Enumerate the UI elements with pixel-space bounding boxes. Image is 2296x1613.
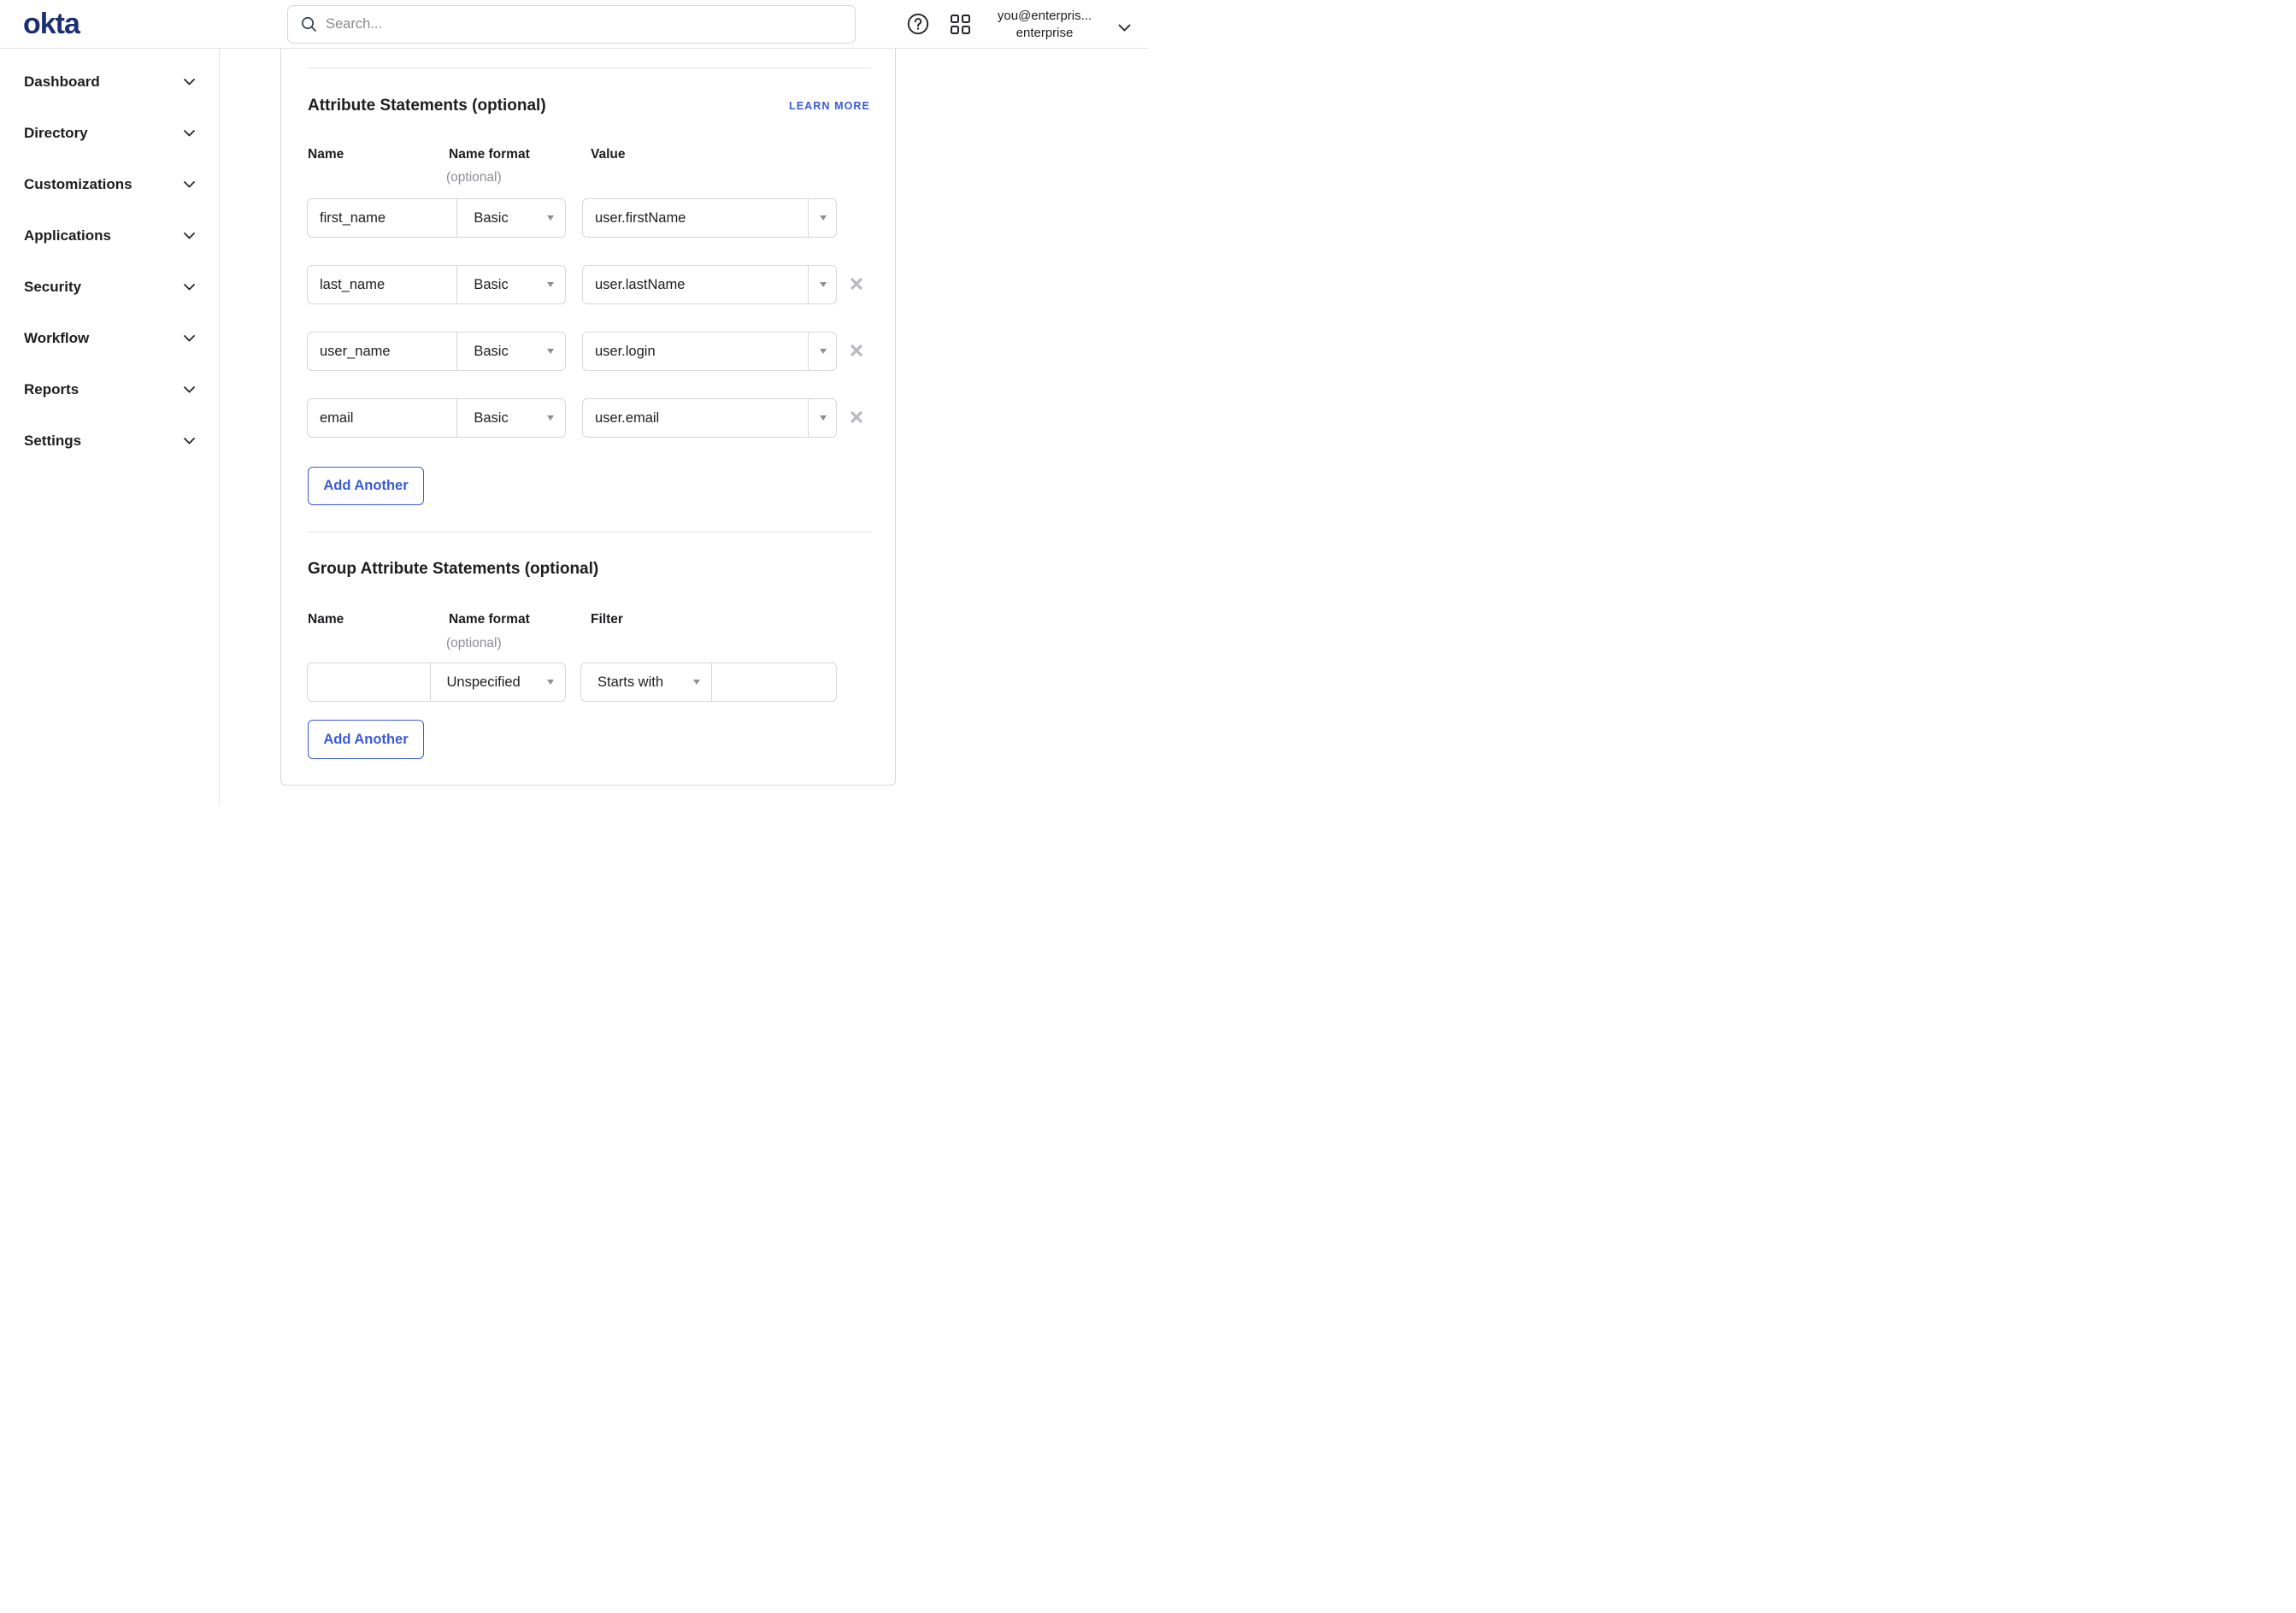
- account-email: you@enterpris...: [997, 9, 1092, 23]
- attribute-row: Basic: [281, 198, 895, 238]
- chevron-down-icon: [184, 284, 195, 291]
- sidebar-nav: Dashboard Directory Customizations Appli…: [0, 49, 220, 806]
- column-header-optional-note: (optional): [446, 170, 502, 185]
- attribute-name-input[interactable]: [308, 333, 457, 370]
- chevron-down-icon: [184, 386, 195, 393]
- learn-more-link[interactable]: LEARN MORE: [789, 100, 870, 112]
- search-icon: [301, 16, 316, 32]
- select-arrow-icon: [547, 215, 554, 221]
- section-divider: [308, 532, 871, 533]
- select-arrow-icon: [547, 349, 554, 354]
- name-format-select[interactable]: Basic: [456, 266, 565, 303]
- value-expression-dropdown[interactable]: [808, 333, 836, 370]
- column-header-filter: Filter: [591, 612, 623, 627]
- remove-row-button[interactable]: [847, 275, 866, 294]
- column-header-value: Value: [591, 147, 626, 162]
- select-arrow-icon: [547, 415, 554, 421]
- attribute-name-input[interactable]: [308, 266, 457, 303]
- attribute-row: Basic: [281, 265, 895, 304]
- chevron-down-icon: [184, 79, 195, 85]
- sidebar-item-dashboard[interactable]: Dashboard: [0, 56, 219, 108]
- value-expression-dropdown[interactable]: [808, 199, 836, 237]
- chevron-down-icon: [184, 181, 195, 188]
- value-expression-dropdown[interactable]: [808, 399, 836, 437]
- add-another-attribute-button[interactable]: Add Another: [308, 467, 424, 505]
- sidebar-item-security[interactable]: Security: [0, 262, 219, 313]
- account-menu[interactable]: you@enterpris... enterprise: [985, 8, 1104, 41]
- select-arrow-icon: [547, 680, 554, 685]
- remove-row-button[interactable]: [847, 409, 866, 427]
- column-header-name: Name: [308, 612, 344, 627]
- settings-card: Attribute Statements (optional) LEARN MO…: [280, 49, 896, 786]
- close-icon: [850, 410, 863, 424]
- column-header-name: Name: [308, 147, 344, 162]
- sidebar-item-applications[interactable]: Applications: [0, 210, 219, 262]
- remove-row-button[interactable]: [847, 342, 866, 361]
- close-icon: [850, 344, 863, 357]
- global-search[interactable]: [287, 5, 856, 44]
- attribute-name-input[interactable]: [308, 199, 457, 237]
- sidebar-item-reports[interactable]: Reports: [0, 364, 219, 415]
- apps-button[interactable]: [951, 14, 972, 35]
- select-arrow-icon: [819, 282, 827, 287]
- select-arrow-icon: [692, 680, 700, 685]
- attribute-value-input[interactable]: [583, 333, 808, 370]
- column-header-name-format: Name format: [449, 612, 530, 627]
- attribute-row: Basic: [281, 332, 895, 371]
- column-header-optional-note: (optional): [446, 636, 502, 650]
- group-attribute-statements-title: Group Attribute Statements (optional): [308, 560, 599, 578]
- select-arrow-icon: [819, 415, 827, 421]
- select-arrow-icon: [547, 282, 554, 287]
- attribute-name-input[interactable]: [308, 399, 457, 437]
- group-filter-value-input[interactable]: [711, 663, 836, 701]
- name-format-select[interactable]: Basic: [456, 333, 565, 370]
- sidebar-item-directory[interactable]: Directory: [0, 108, 219, 159]
- value-expression-dropdown[interactable]: [808, 266, 836, 303]
- select-arrow-icon: [819, 349, 827, 354]
- attribute-statements-title: Attribute Statements (optional): [308, 97, 546, 115]
- sidebar-item-customizations[interactable]: Customizations: [0, 159, 219, 210]
- search-input[interactable]: [326, 16, 855, 32]
- attribute-value-input[interactable]: [583, 399, 808, 437]
- chevron-down-icon: [184, 438, 195, 444]
- name-format-select[interactable]: Basic: [456, 199, 565, 237]
- attribute-value-input[interactable]: [583, 199, 808, 237]
- okta-logo[interactable]: okta: [23, 9, 80, 38]
- name-format-select[interactable]: Basic: [456, 399, 565, 437]
- help-button[interactable]: [907, 13, 929, 35]
- chevron-down-icon: [184, 233, 195, 239]
- add-another-group-attribute-button[interactable]: Add Another: [308, 720, 424, 759]
- sidebar-item-workflow[interactable]: Workflow: [0, 313, 219, 364]
- group-filter-select[interactable]: Starts with: [581, 663, 711, 701]
- group-name-format-select[interactable]: Unspecified: [429, 663, 566, 701]
- column-header-name-format: Name format: [449, 147, 530, 162]
- group-name-input[interactable]: [308, 663, 430, 701]
- account-chevron-icon[interactable]: [1118, 21, 1131, 36]
- close-icon: [850, 277, 863, 291]
- chevron-down-icon: [184, 130, 195, 137]
- sidebar-item-settings[interactable]: Settings: [0, 415, 219, 467]
- chevron-down-icon: [184, 335, 195, 342]
- help-icon: [907, 13, 929, 35]
- group-attribute-row: Unspecified Starts with: [281, 662, 895, 702]
- top-bar: okta you@enterpris... enterprise: [0, 0, 1148, 49]
- attribute-row: Basic: [281, 398, 895, 438]
- select-arrow-icon: [819, 215, 827, 221]
- apps-grid-icon: [951, 15, 972, 34]
- attribute-value-input[interactable]: [583, 266, 808, 303]
- account-org: enterprise: [1016, 25, 1074, 40]
